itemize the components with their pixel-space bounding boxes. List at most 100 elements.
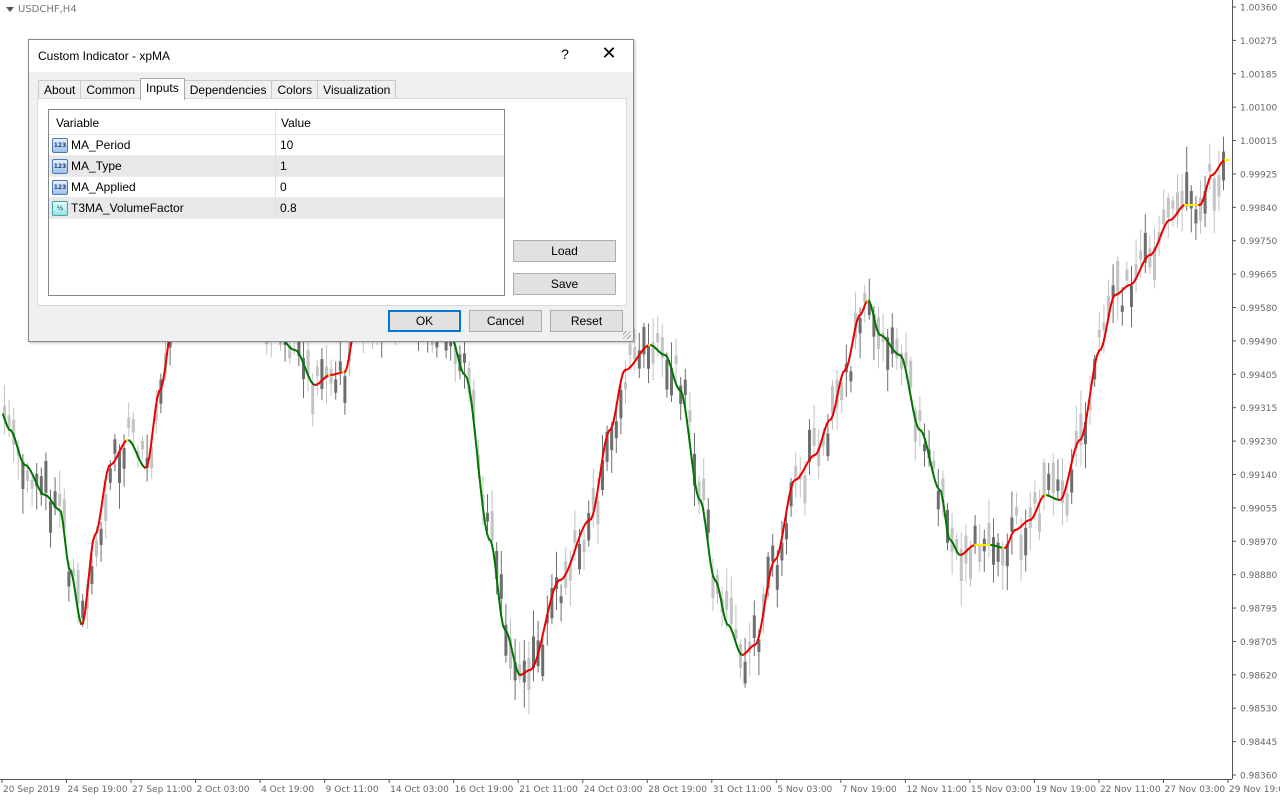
column-header-value[interactable]: Value — [281, 116, 311, 130]
resize-grip-icon[interactable] — [623, 331, 631, 339]
candle-body — [1222, 151, 1225, 181]
close-icon[interactable]: ✕ — [597, 43, 621, 64]
candle-body — [785, 523, 788, 540]
variable-value[interactable]: 0.8 — [280, 201, 297, 215]
ma-segment — [76, 603, 80, 618]
candle-body — [771, 545, 775, 562]
ma-segment — [162, 368, 166, 383]
candle-body — [624, 382, 627, 390]
ma-segment — [106, 464, 110, 474]
table-row[interactable]: 123 MA_Applied 0 — [49, 177, 504, 198]
ma-segment — [1072, 448, 1076, 458]
cell-divider — [275, 177, 276, 197]
time-tick-label: 14 Oct 03:00 — [390, 785, 449, 795]
ma-segment — [542, 624, 546, 635]
ma-segment — [1090, 374, 1094, 390]
table-row[interactable]: 123 MA_Type 1 — [49, 156, 504, 177]
candle-body — [7, 415, 11, 428]
inputs-panel: Variable Value 123 MA_Period 10 123 MA_T… — [37, 98, 627, 306]
column-divider[interactable] — [275, 110, 276, 134]
candle-body — [90, 566, 94, 584]
symbol-label: USDCHF,H4 — [6, 4, 77, 15]
candle-body — [647, 345, 650, 369]
time-tick-label: 9 Oct 11:00 — [326, 785, 379, 795]
ma-segment — [60, 510, 64, 524]
ma-segment — [760, 614, 764, 628]
table-row[interactable]: 123 MA_Period 10 — [49, 135, 504, 156]
candle-body — [1185, 172, 1189, 207]
ma-segment — [150, 428, 154, 447]
cancel-button[interactable]: Cancel — [469, 310, 542, 332]
price-tick-label: 1.00015 — [1240, 137, 1277, 147]
candle-body — [775, 565, 779, 590]
ma-segment — [598, 467, 602, 483]
candle-body — [936, 490, 940, 510]
candle-body — [610, 427, 614, 451]
ma-segment — [764, 588, 768, 604]
candle-body — [108, 468, 112, 483]
ma-segment — [912, 407, 916, 420]
time-tick-label: 24 Oct 03:00 — [584, 785, 643, 795]
candle-body — [1097, 329, 1101, 338]
candle-body — [803, 475, 807, 504]
column-header-variable[interactable]: Variable — [56, 116, 99, 130]
dropdown-triangle-icon[interactable] — [6, 6, 14, 12]
candle-body — [706, 509, 710, 533]
help-icon[interactable]: ? — [557, 46, 573, 62]
ma-segment — [690, 452, 694, 471]
candle-body — [752, 615, 756, 638]
variable-value[interactable]: 0 — [280, 180, 287, 194]
ok-button[interactable]: OK — [388, 310, 461, 332]
ma-segment — [870, 304, 874, 315]
price-tick-label: 1.00100 — [1240, 104, 1277, 114]
reset-button[interactable]: Reset — [550, 310, 623, 332]
cell-divider — [275, 156, 276, 176]
integer-icon: 123 — [52, 138, 68, 153]
ma-segment — [492, 548, 496, 565]
ma-segment — [682, 395, 686, 409]
ma-segment — [78, 615, 82, 625]
tab-about[interactable]: About — [38, 80, 82, 99]
candle-body — [1038, 513, 1041, 533]
ma-segment — [1206, 178, 1210, 188]
candle-body — [127, 417, 131, 428]
ma-segment — [620, 371, 624, 382]
candle-body — [486, 512, 489, 522]
candle-body — [338, 361, 342, 372]
candle-body — [826, 433, 830, 457]
table-row[interactable]: ½ T3MA_VolumeFactor 0.8 — [49, 198, 504, 219]
price-tick-label: 0.99055 — [1240, 504, 1277, 514]
ma-segment — [474, 432, 478, 454]
time-tick-label: 16 Oct 19:00 — [455, 785, 514, 795]
variable-value[interactable]: 10 — [280, 138, 293, 152]
candle-body — [1015, 507, 1018, 516]
inputs-grid[interactable]: Variable Value 123 MA_Period 10 123 MA_T… — [48, 109, 505, 296]
time-tick-label: 22 Nov 11:00 — [1100, 785, 1161, 795]
custom-indicator-dialog[interactable]: Custom Indicator - xpMA ? ✕ About Common… — [28, 39, 634, 342]
ma-segment — [484, 521, 488, 535]
variable-value[interactable]: 1 — [280, 159, 287, 173]
ma-segment — [72, 577, 76, 592]
tab-dependencies[interactable]: Dependencies — [183, 80, 273, 99]
tab-visualization[interactable]: Visualization — [317, 80, 397, 99]
candle-body — [1125, 269, 1129, 281]
load-button[interactable]: Load — [513, 240, 616, 262]
candle-body — [1010, 517, 1014, 532]
ma-segment — [596, 480, 600, 496]
ma-segment — [704, 519, 708, 538]
time-tick-label: 29 Nov 19:00 — [1229, 785, 1280, 795]
ma-segment — [686, 419, 690, 438]
candle-body — [334, 379, 338, 393]
tab-inputs[interactable]: Inputs — [140, 78, 185, 100]
ma-segment — [700, 500, 704, 510]
ma-segment — [906, 375, 910, 388]
tab-common[interactable]: Common — [80, 80, 142, 99]
candle-body — [26, 470, 29, 482]
candle-body — [1102, 322, 1106, 331]
candle-body — [490, 511, 494, 541]
dialog-titlebar[interactable]: Custom Indicator - xpMA ? ✕ — [29, 40, 633, 72]
save-button[interactable]: Save — [513, 273, 616, 295]
tab-colors[interactable]: Colors — [271, 80, 319, 99]
time-tick-label: 27 Sep 11:00 — [132, 785, 192, 795]
candle-body — [118, 451, 121, 483]
